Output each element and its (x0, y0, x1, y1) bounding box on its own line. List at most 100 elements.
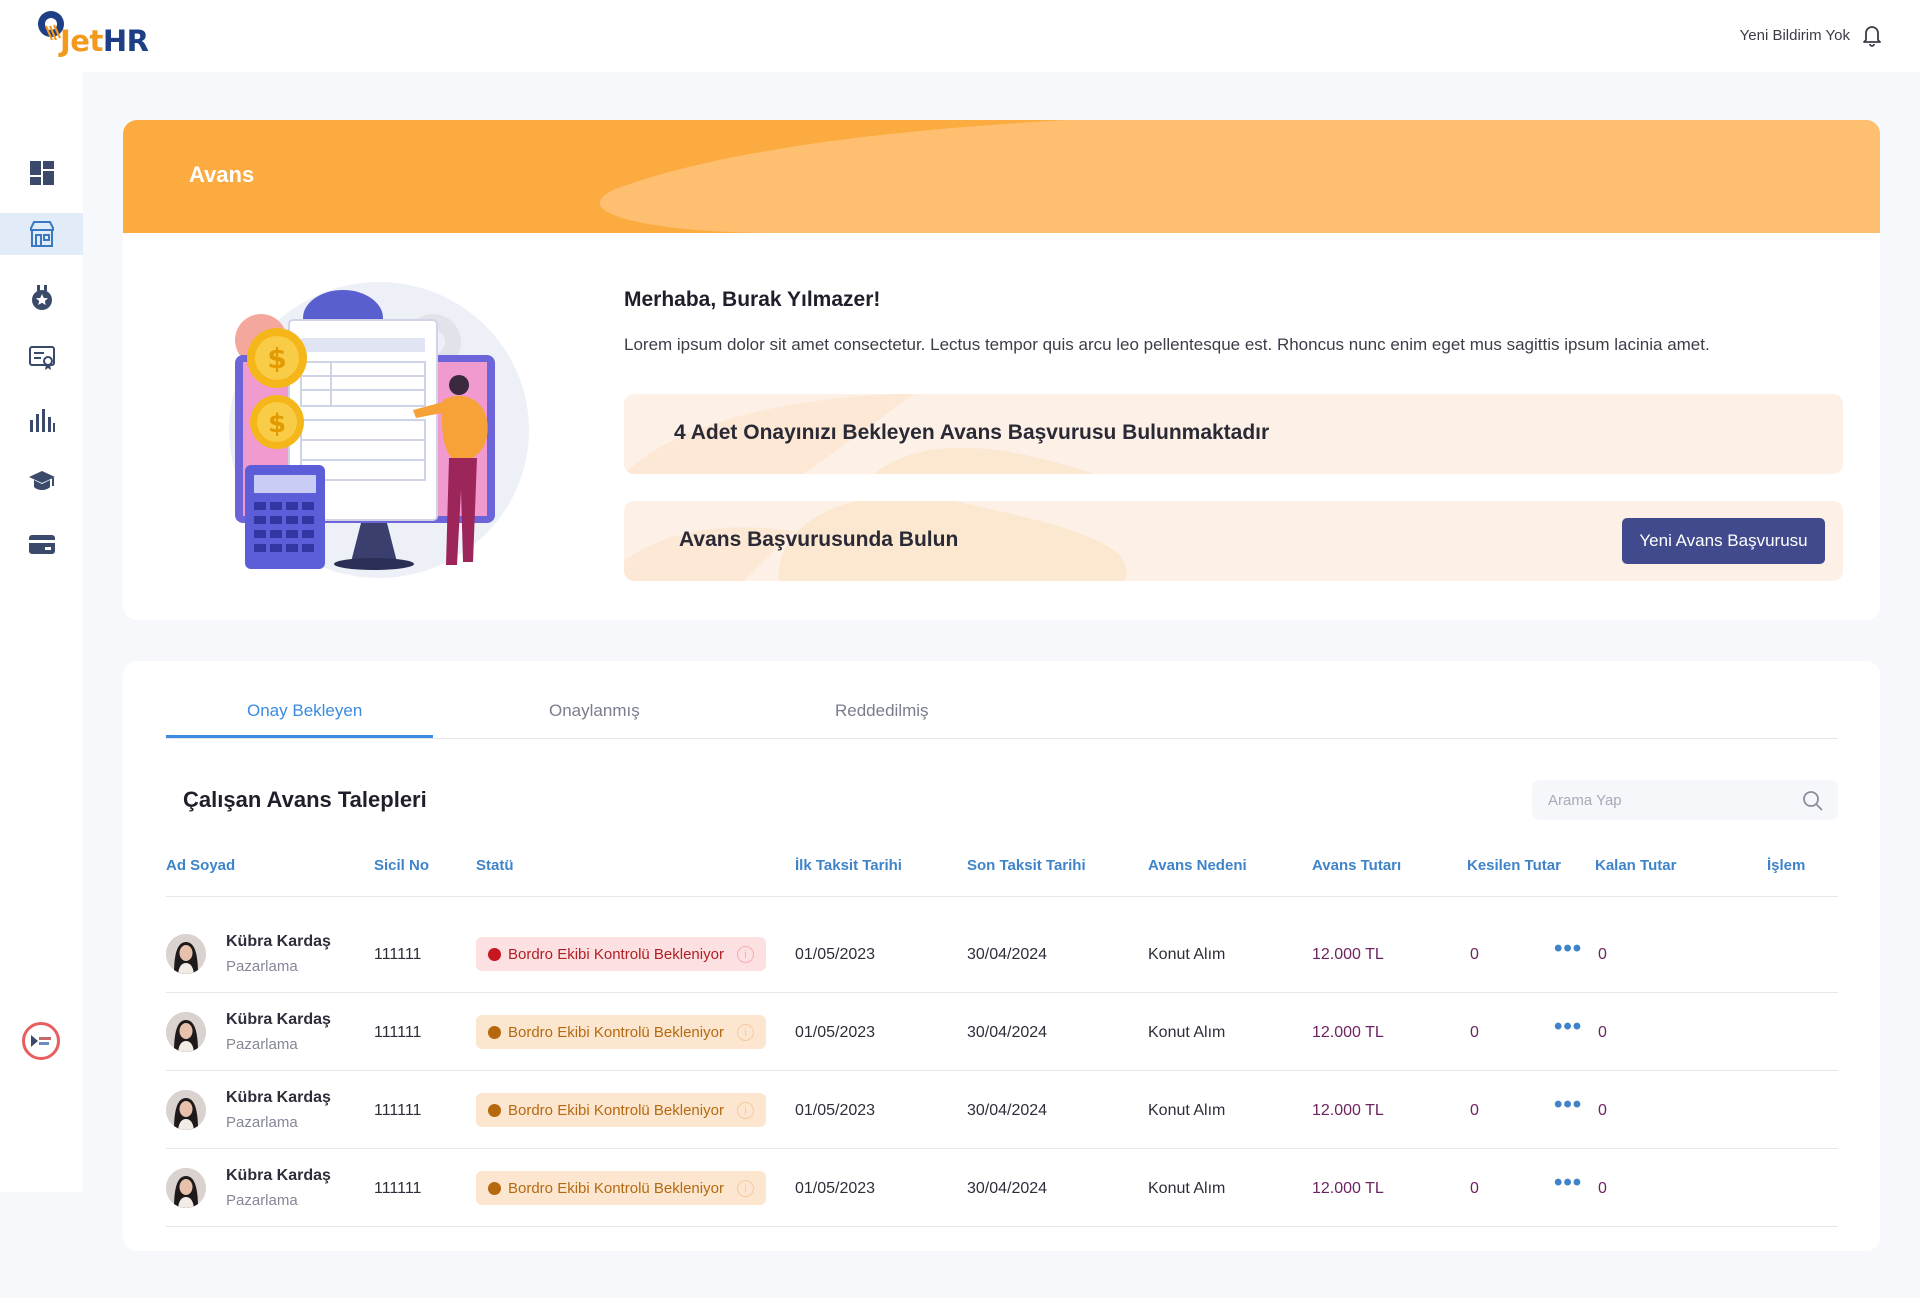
avatar-image (166, 1168, 206, 1208)
deducted-amount: 0 (1470, 946, 1479, 963)
sidebar-item-advance[interactable] (0, 213, 83, 255)
status-dot (488, 947, 501, 961)
search-input[interactable] (1532, 780, 1792, 820)
col-amount[interactable]: Avans Tutarı (1312, 857, 1401, 874)
sicil-no: 111111 (374, 1180, 422, 1197)
banner-wave-decoration (599, 120, 1880, 233)
tab-pending[interactable]: Onay Bekleyen (247, 701, 362, 721)
finance-illustration: $ $ (229, 282, 529, 578)
deducted-amount: 0 (1470, 1024, 1479, 1041)
sidebar-item-education[interactable] (0, 460, 83, 502)
col-name[interactable]: Ad Soyad (166, 857, 235, 874)
advance-reason: Konut Alım (1148, 1024, 1226, 1041)
employee-name: Kübra Kardaş (226, 1167, 331, 1184)
new-advance-button[interactable]: Yeni Avans Başvurusu (1622, 518, 1825, 564)
advance-requests-card: Onay Bekleyen Onaylanmış Reddedilmiş Çal… (123, 661, 1880, 1251)
store-icon (29, 221, 54, 247)
logo-hr: HR (102, 24, 149, 58)
apply-prompt: Avans Başvurusunda Bulun (679, 528, 959, 551)
search-icon[interactable] (1802, 790, 1824, 812)
avatar (166, 1168, 206, 1208)
employee-department: Pazarlama (226, 1036, 298, 1053)
table-row[interactable]: Kübra Kardaş Pazarlama 111111 Bordro Ekibi … (166, 1149, 1838, 1227)
hero-banner: Avans (123, 120, 1880, 233)
employee-department: Pazarlama (226, 1114, 298, 1131)
advance-amount: 12.000 TL (1312, 946, 1384, 963)
pending-notice-box: 4 Adet Onayınızı Bekleyen Avans Başvurus… (624, 394, 1843, 474)
col-remaining[interactable]: Kalan Tutar (1595, 857, 1676, 874)
more-actions-icon[interactable]: ••• (1554, 1091, 1582, 1119)
col-deducted[interactable]: Kesilen Tutar (1467, 857, 1561, 874)
status-text: Bordro Ekibi Kontrolü Bekleniyor (508, 1179, 724, 1197)
status-tabs: Onay Bekleyen Onaylanmış Reddedilmiş (166, 661, 1838, 739)
status-dot (488, 1181, 501, 1195)
advance-amount: 12.000 TL (1312, 1024, 1384, 1041)
status-text: Bordro Ekibi Kontrolü Bekleniyor (508, 945, 724, 963)
first-installment-date: 01/05/2023 (795, 946, 876, 963)
col-sicil[interactable]: Sicil No (374, 857, 429, 874)
employee-department: Pazarlama (226, 1192, 298, 1209)
col-first-installment[interactable]: İlk Taksit Tarihi (795, 857, 902, 874)
avatar-image (166, 934, 206, 974)
advance-amount: 12.000 TL (1312, 1180, 1384, 1197)
sidebar-item-certificates[interactable] (0, 337, 83, 379)
svg-text:$: $ (267, 342, 286, 375)
chart-icon (29, 409, 55, 432)
status-badge[interactable]: Bordro Ekibi Kontrolü Bekleniyor i (476, 937, 766, 971)
info-icon[interactable]: i (737, 1102, 754, 1119)
table-row[interactable]: Kübra Kardaş Pazarlama 111111 Bordro Ekibi … (166, 993, 1838, 1071)
info-icon[interactable]: i (737, 946, 754, 963)
deducted-amount: 0 (1470, 1102, 1479, 1119)
employee-department: Pazarlama (226, 958, 298, 975)
status-badge[interactable]: Bordro Ekibi Kontrolü Bekleniyor i (476, 1015, 766, 1049)
table-header: Ad Soyad Sicil No Statü İlk Taksit Tarih… (166, 857, 1838, 897)
more-actions-icon[interactable]: ••• (1554, 1013, 1582, 1041)
logo-jet: Jet (60, 24, 103, 58)
col-reason[interactable]: Avans Nedeni (1148, 857, 1247, 874)
first-installment-date: 01/05/2023 (795, 1180, 876, 1197)
pending-notice-text: 4 Adet Onayınızı Bekleyen Avans Başvurus… (674, 421, 1270, 444)
deducted-amount: 0 (1470, 1180, 1479, 1197)
tab-approved[interactable]: Onaylanmış (549, 701, 640, 721)
notifications[interactable]: Yeni Bildirim Yok (1740, 22, 1884, 48)
remaining-amount: 0 (1598, 1102, 1607, 1119)
notifications-label: Yeni Bildirim Yok (1739, 26, 1850, 44)
search-box (1532, 780, 1838, 820)
table-row[interactable]: Kübra Kardaş Pazarlama 111111 Bordro Ekibi … (166, 1071, 1838, 1149)
col-status[interactable]: Statü (476, 857, 514, 874)
page-title: Avans (189, 162, 255, 187)
more-actions-icon[interactable]: ••• (1554, 1169, 1582, 1197)
sidebar-item-reports[interactable] (0, 399, 83, 441)
certificate-icon (28, 346, 55, 370)
list-title: Çalışan Avans Talepleri (183, 787, 427, 812)
first-installment-date: 01/05/2023 (795, 1102, 876, 1119)
status-badge[interactable]: Bordro Ekibi Kontrolü Bekleniyor i (476, 1171, 766, 1205)
advance-amount: 12.000 TL (1312, 1102, 1384, 1119)
jethr-logo[interactable]: JetHR (36, 10, 149, 60)
info-icon[interactable]: i (737, 1024, 754, 1041)
top-bar: JetHR Yeni Bildirim Yok (0, 0, 1920, 72)
col-last-installment[interactable]: Son Taksit Tarihi (967, 857, 1086, 874)
advance-reason: Konut Alım (1148, 946, 1226, 963)
remaining-amount: 0 (1598, 946, 1607, 963)
more-actions-icon[interactable]: ••• (1554, 935, 1582, 963)
status-badge[interactable]: Bordro Ekibi Kontrolü Bekleniyor i (476, 1093, 766, 1127)
info-icon[interactable]: i (737, 1180, 754, 1197)
help-widget-button[interactable] (22, 1022, 60, 1060)
table-row[interactable]: Kübra Kardaş Pazarlama 111111 Bordro Ekibi … (166, 915, 1838, 993)
bell-icon[interactable] (1860, 22, 1884, 48)
dashboard-icon (29, 161, 54, 185)
last-installment-date: 30/04/2024 (967, 1024, 1048, 1041)
sidebar (0, 72, 83, 1192)
tab-rejected[interactable]: Reddedilmiş (835, 701, 929, 721)
sidebar-item-awards[interactable] (0, 276, 83, 318)
sidebar-item-dashboard[interactable] (0, 152, 83, 194)
advance-reason: Konut Alım (1148, 1102, 1226, 1119)
avatar (166, 1012, 206, 1052)
sidebar-item-payments[interactable] (0, 523, 83, 565)
employee-name: Kübra Kardaş (226, 1011, 331, 1028)
avatar-image (166, 1090, 206, 1130)
apply-box: Avans Başvurusunda Bulun Yeni Avans Başv… (624, 501, 1843, 581)
help-widget-icon (31, 1035, 51, 1047)
svg-text:$: $ (268, 409, 286, 439)
